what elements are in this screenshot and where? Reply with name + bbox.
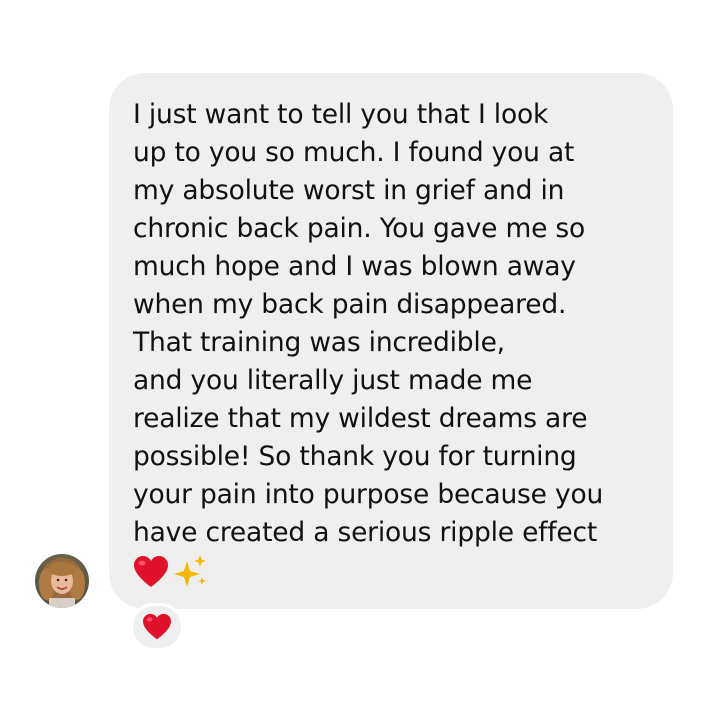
message-text-line: when my back pain disappeared. (133, 289, 567, 320)
heart-emoji-icon (134, 556, 168, 587)
message-text-line: up to you so much. I found you at (133, 137, 575, 168)
heart-reaction-badge[interactable] (130, 603, 184, 651)
message-text-line: your pain into purpose because you (133, 479, 604, 510)
message-text-line: much hope and I was blown away (133, 251, 576, 282)
message-text-line: chronic back pain. You gave me so (133, 213, 586, 244)
message-emoji-line (133, 552, 653, 592)
message-text-line: my absolute worst in grief and in (133, 175, 565, 206)
sender-avatar[interactable] (35, 554, 89, 608)
message-text-line: and you literally just made me (133, 365, 533, 396)
message-text-line: possible! So thank you for turning (133, 441, 577, 472)
message-bubble[interactable]: I just want to tell you that I look up t… (109, 73, 673, 609)
message-text-line: That training was incredible, (133, 327, 505, 358)
message-text-line: I just want to tell you that I look (133, 99, 549, 130)
message-text-line: realize that my wildest dreams are (133, 403, 588, 434)
heart-emoji-icon (143, 613, 171, 640)
sparkles-emoji-icon (174, 555, 206, 587)
avatar-photo-icon (35, 554, 89, 608)
message-text-line: have created a serious ripple effect (133, 517, 598, 548)
